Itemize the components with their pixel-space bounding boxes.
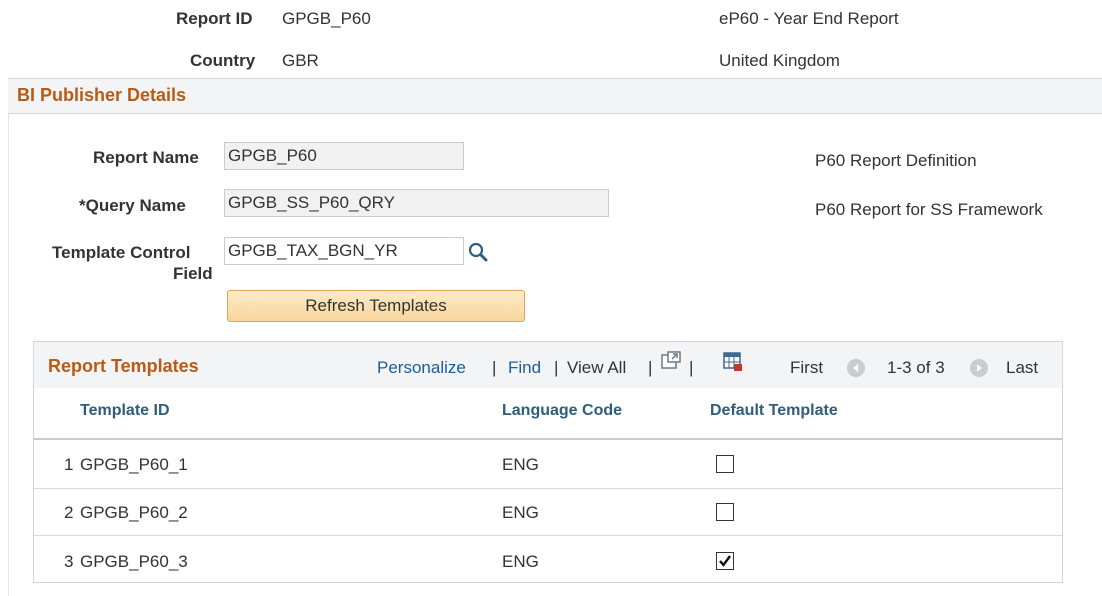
section-border: [8, 114, 9, 596]
column-header-template-id[interactable]: Template ID: [80, 402, 170, 420]
row-range-text: 1-3 of 3: [887, 358, 945, 377]
checkmark-icon: [719, 555, 731, 567]
row-number: 3: [64, 552, 74, 571]
report-name-field[interactable]: GPGB_P60: [224, 142, 464, 170]
template-id-cell: GPGB_P60_2: [80, 503, 188, 522]
next-arrow-icon[interactable]: [970, 359, 988, 377]
refresh-templates-button[interactable]: Refresh Templates: [227, 290, 525, 322]
find-link[interactable]: Find: [508, 358, 541, 378]
report-id-label: Report ID: [176, 9, 253, 28]
report-name-description: P60 Report Definition: [815, 151, 977, 170]
bi-publisher-section-title: BI Publisher Details: [17, 85, 187, 105]
query-name-label: *Query Name: [79, 196, 186, 215]
new-window-icon[interactable]: [660, 351, 682, 376]
table-row: 2 GPGB_P60_2 ENG: [34, 489, 1062, 535]
spreadsheet-download-icon[interactable]: [723, 352, 743, 377]
previous-arrow-icon[interactable]: [847, 359, 865, 377]
separator: |: [492, 358, 497, 377]
country-label: Country: [190, 51, 256, 70]
last-label: Last: [1006, 358, 1039, 377]
view-all-link[interactable]: View All: [567, 358, 626, 378]
report-templates-title: Report Templates: [48, 356, 199, 376]
default-template-checkbox[interactable]: [716, 552, 734, 570]
query-name-field[interactable]: GPGB_SS_P60_QRY: [224, 189, 609, 217]
language-code-cell: ENG: [502, 552, 539, 571]
separator: |: [689, 358, 694, 377]
column-header-language-code[interactable]: Language Code: [502, 402, 622, 420]
separator: |: [554, 358, 559, 377]
first-label: First: [790, 358, 824, 377]
row-number: 1: [64, 455, 74, 474]
template-id-cell: GPGB_P60_3: [80, 552, 188, 571]
language-code-cell: ENG: [502, 455, 539, 474]
country-value: GBR: [282, 51, 319, 70]
default-template-checkbox[interactable]: [716, 503, 734, 521]
template-control-label: Template Control: [52, 243, 191, 262]
language-code-cell: ENG: [502, 503, 539, 522]
separator: |: [648, 358, 653, 377]
row-number: 2: [64, 503, 74, 522]
template-id-cell: GPGB_P60_1: [80, 455, 188, 474]
table-row: 1 GPGB_P60_1 ENG: [34, 440, 1062, 488]
report-name-label: Report Name: [93, 148, 199, 167]
report-id-description: eP60 - Year End Report: [719, 9, 899, 28]
report-id-value: GPGB_P60: [282, 9, 371, 28]
country-description: United Kingdom: [719, 51, 840, 70]
table-row: 3 GPGB_P60_3 ENG: [34, 536, 1062, 582]
column-header-default-template[interactable]: Default Template: [710, 402, 838, 420]
default-template-checkbox[interactable]: [716, 455, 734, 473]
template-control-field-input[interactable]: GPGB_TAX_BGN_YR: [224, 237, 464, 265]
template-control-label-line2: Field: [173, 264, 213, 283]
personalize-link[interactable]: Personalize: [377, 358, 466, 378]
query-name-description: P60 Report for SS Framework: [815, 200, 1043, 219]
magnifier-icon[interactable]: [467, 241, 489, 268]
